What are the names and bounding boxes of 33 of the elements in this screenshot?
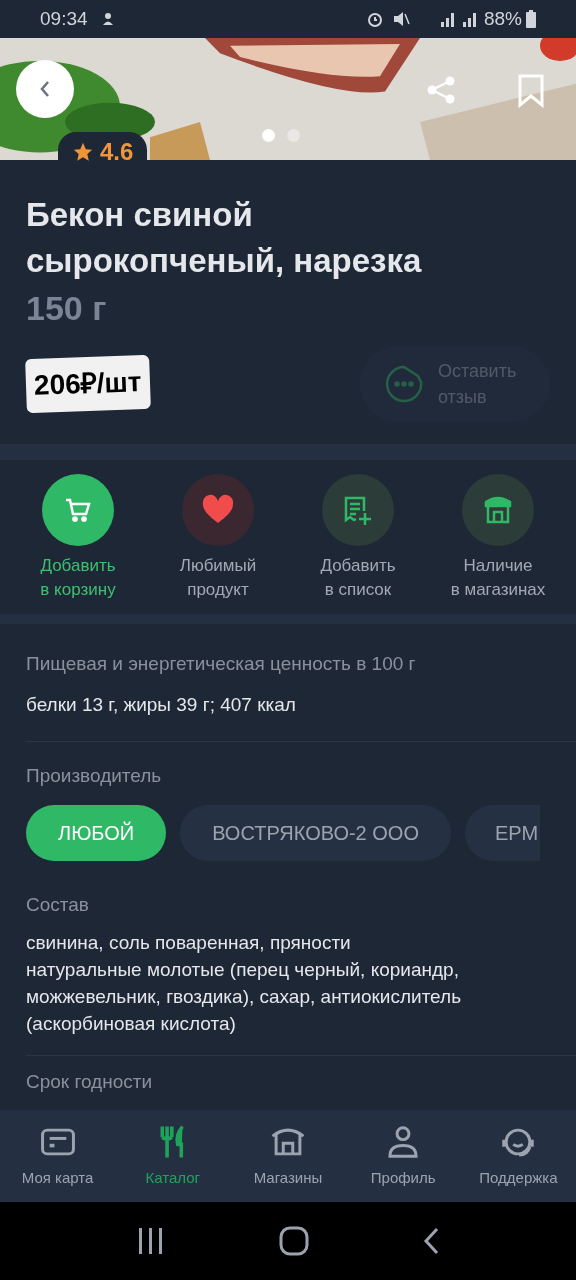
section-heading: Срок годности (26, 1070, 154, 1094)
back-icon[interactable] (423, 1227, 439, 1255)
chevron-left-icon (39, 79, 51, 99)
nutrition-text: белки 13 г, жиры 39 г; 407 ккал (26, 692, 297, 717)
recent-apps-icon[interactable] (137, 1228, 165, 1254)
alarm-icon (365, 10, 384, 28)
product-title: Бекон свиной сырокопченый, нарезка (26, 195, 423, 281)
section-heading: Пищевая и энергетическая ценность в 100 г (26, 652, 417, 676)
battery-icon (526, 10, 536, 28)
manufacturer-chip[interactable]: ЕРМ (464, 804, 541, 861)
section-heading: Состав (26, 892, 90, 917)
heart-action[interactable]: Любимый продукт (148, 474, 288, 602)
mute-icon (391, 10, 410, 28)
nav-tab[interactable]: Профиль (345, 1122, 461, 1190)
composition-text: свинина, соль поваренная, пряности натуральные молотые (перец черный, кориандр, можжевельник, гвоздика), сахар, антиокислитель (аскорбиновая кислота) (26, 931, 463, 1036)
nav-tab[interactable]: Поддержка (460, 1122, 576, 1190)
battery-percent: 88% (483, 6, 522, 31)
nav-tab[interactable]: Каталог (115, 1122, 231, 1190)
section-heading: Производитель (26, 764, 163, 788)
price-tag: 206₽/шт (25, 354, 151, 414)
list-action[interactable]: Добавить в список (288, 474, 428, 602)
nav-tab[interactable]: Магазины (230, 1122, 346, 1190)
star-icon (72, 141, 94, 163)
signal-icon (461, 10, 478, 28)
signal-icon (439, 10, 456, 28)
nav-tab[interactable]: Моя карта (0, 1122, 116, 1190)
status-time: 09:34 (40, 6, 88, 31)
product-weight: 150 г (26, 288, 108, 329)
manufacturer-chip[interactable]: ВОСТРЯКОВО-2 ООО (180, 804, 451, 861)
cart-action[interactable]: Добавить в корзину (8, 474, 148, 602)
home-icon[interactable] (279, 1226, 309, 1256)
chat-bubble-icon (384, 364, 424, 404)
store-action[interactable]: Наличие в магазинах (428, 474, 568, 602)
